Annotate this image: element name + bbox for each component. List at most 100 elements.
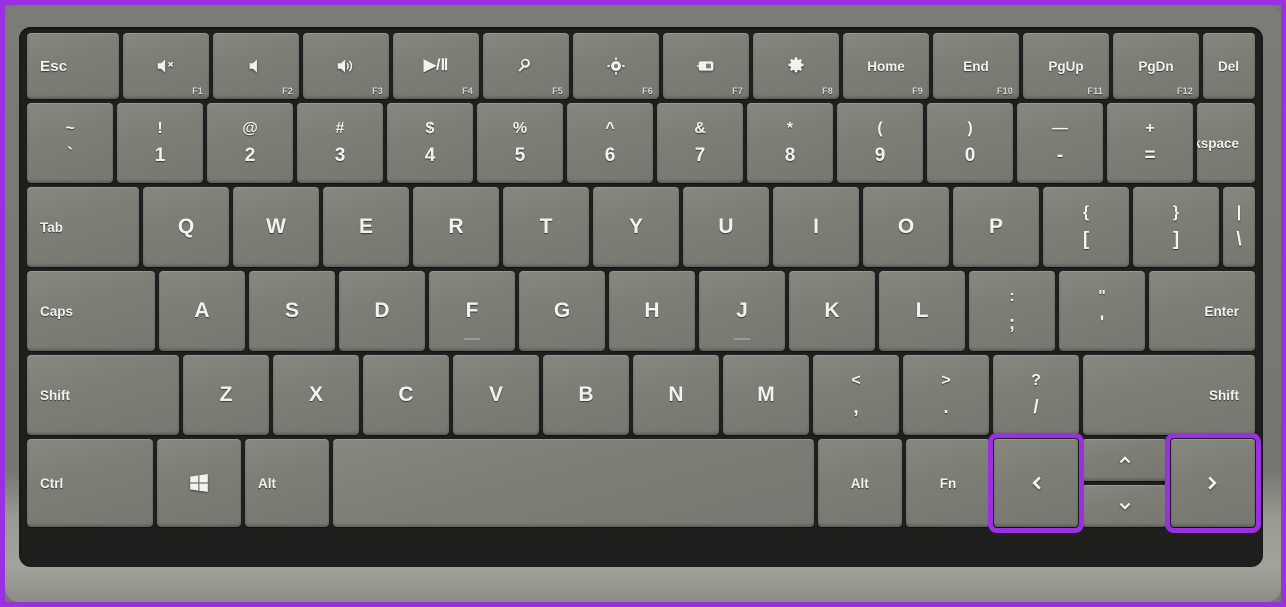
- key-c[interactable]: C: [363, 355, 449, 435]
- key-2[interactable]: @ 2: [207, 103, 293, 183]
- key-arrow-right[interactable]: [1164, 433, 1261, 533]
- key-n-label: N: [668, 383, 684, 406]
- key-7[interactable]: & 7: [657, 103, 743, 183]
- key-alt-right[interactable]: Alt: [817, 439, 902, 527]
- key-brightness-fn: F6: [642, 86, 653, 96]
- key-semicolon-colon[interactable]: : ;: [969, 271, 1055, 351]
- key-search[interactable]: F5: [483, 33, 569, 99]
- key-3[interactable]: # 3: [297, 103, 383, 183]
- key-c-label: C: [398, 383, 414, 406]
- key-r[interactable]: R: [413, 187, 499, 267]
- key-t[interactable]: T: [503, 187, 589, 267]
- key-u[interactable]: U: [683, 187, 769, 267]
- key-6[interactable]: ^ 6: [567, 103, 653, 183]
- key-minus-underscore[interactable]: — -: [1017, 103, 1103, 183]
- key-arrow-left[interactable]: [988, 433, 1085, 533]
- key-shift-left[interactable]: Shift: [27, 355, 179, 435]
- key-end[interactable]: End F10: [933, 33, 1019, 99]
- key-x[interactable]: X: [273, 355, 359, 435]
- key-d[interactable]: D: [339, 271, 425, 351]
- key-1-top: !: [157, 120, 163, 137]
- key-play-pause[interactable]: ▶/Ⅱ F4: [393, 33, 479, 99]
- key-alt-left[interactable]: Alt: [244, 439, 330, 527]
- key-a-label: A: [194, 299, 210, 322]
- key-quote[interactable]: " ': [1059, 271, 1145, 351]
- key-z[interactable]: Z: [183, 355, 269, 435]
- number-row: ~ ` ! 1 @ 2 # 3 $ 4 % 5 ^ 6 & 7 * 8 (9 …: [27, 103, 1255, 183]
- key-j[interactable]: J: [699, 271, 785, 351]
- key-period-greater[interactable]: > .: [903, 355, 989, 435]
- key-backspace[interactable]: Backspace: [1197, 103, 1255, 183]
- key-space[interactable]: [333, 439, 814, 527]
- key-project-display[interactable]: F7: [663, 33, 749, 99]
- key-windows[interactable]: [156, 439, 241, 527]
- key-project-display-fn: F7: [732, 86, 743, 96]
- key-3-top: #: [335, 120, 345, 137]
- key-i[interactable]: I: [773, 187, 859, 267]
- key-f[interactable]: F: [429, 271, 515, 351]
- key-s-label: S: [284, 299, 299, 322]
- key-fn[interactable]: Fn: [905, 439, 991, 527]
- key-p[interactable]: P: [953, 187, 1039, 267]
- home-row: Caps A S D F G H J K L: ; " ' Enter: [27, 271, 1255, 351]
- key-n[interactable]: N: [633, 355, 719, 435]
- key-home[interactable]: Home F9: [843, 33, 929, 99]
- key-esc[interactable]: Esc: [27, 33, 119, 99]
- key-shift-right[interactable]: Shift: [1083, 355, 1255, 435]
- key-caps-lock[interactable]: Caps: [27, 271, 155, 351]
- key-w[interactable]: W: [233, 187, 319, 267]
- key-page-up[interactable]: PgUp F11: [1023, 33, 1109, 99]
- key-comma-less-bottom: ,: [853, 397, 859, 418]
- key-5-bottom: 5: [514, 145, 526, 166]
- key-ctrl-left[interactable]: Ctrl: [27, 439, 153, 527]
- key-backslash-pipe-top: |: [1236, 204, 1242, 221]
- key-g[interactable]: G: [519, 271, 605, 351]
- key-volume-up[interactable]: F3: [303, 33, 389, 99]
- key-q[interactable]: Q: [143, 187, 229, 267]
- key-8[interactable]: * 8: [747, 103, 833, 183]
- chevron-right-icon: [1201, 472, 1225, 494]
- key-h[interactable]: H: [609, 271, 695, 351]
- keyboard-chassis: Esc F1 F2 F3 ▶/Ⅱ F4 F5 F6 F7 F8 Home F9 …: [5, 5, 1281, 602]
- key-page-down[interactable]: PgDn F12: [1113, 33, 1199, 99]
- key-bracket-left[interactable]: { [: [1043, 187, 1129, 267]
- key-mute[interactable]: F1: [123, 33, 209, 99]
- key-4[interactable]: $ 4: [387, 103, 473, 183]
- key-a[interactable]: A: [159, 271, 245, 351]
- key-0-top: ): [967, 120, 973, 137]
- key-l[interactable]: L: [879, 271, 965, 351]
- key-1-bottom: 1: [154, 145, 166, 166]
- key-j-label: J: [736, 299, 748, 322]
- key-m[interactable]: M: [723, 355, 809, 435]
- key-y[interactable]: Y: [593, 187, 679, 267]
- key-enter[interactable]: Enter: [1149, 271, 1255, 351]
- key-5[interactable]: % 5: [477, 103, 563, 183]
- key-b[interactable]: B: [543, 355, 629, 435]
- key-brightness[interactable]: F6: [573, 33, 659, 99]
- key-bracket-right[interactable]: } ]: [1133, 187, 1219, 267]
- key-backslash-pipe[interactable]: | \: [1223, 187, 1255, 267]
- key-arrow-down[interactable]: [1082, 485, 1167, 527]
- key-comma-less-top: <: [851, 372, 861, 389]
- key-period-greater-bottom: .: [943, 397, 949, 418]
- key-v[interactable]: V: [453, 355, 539, 435]
- key-settings[interactable]: F8: [753, 33, 839, 99]
- key-9[interactable]: ( 9: [837, 103, 923, 183]
- key-tab[interactable]: Tab: [27, 187, 139, 267]
- key-1[interactable]: ! 1: [117, 103, 203, 183]
- shift-row: Shift Z X C V B N M < , > . ? / Shift: [27, 355, 1255, 435]
- key-9-bottom: 9: [874, 145, 886, 166]
- key-volume-down[interactable]: F2: [213, 33, 299, 99]
- key-s[interactable]: S: [249, 271, 335, 351]
- key-o[interactable]: O: [863, 187, 949, 267]
- key-0[interactable]: ) 0: [927, 103, 1013, 183]
- key-slash-question[interactable]: ? /: [993, 355, 1079, 435]
- key-arrow-up[interactable]: [1082, 439, 1167, 481]
- key-e[interactable]: E: [323, 187, 409, 267]
- key-tilde-grave[interactable]: ~ `: [27, 103, 113, 183]
- key-equals-plus[interactable]: + =: [1107, 103, 1193, 183]
- key-k[interactable]: K: [789, 271, 875, 351]
- key-comma-less[interactable]: < ,: [813, 355, 899, 435]
- key-delete[interactable]: Del: [1203, 33, 1255, 99]
- key-bracket-left-top: {: [1082, 204, 1090, 221]
